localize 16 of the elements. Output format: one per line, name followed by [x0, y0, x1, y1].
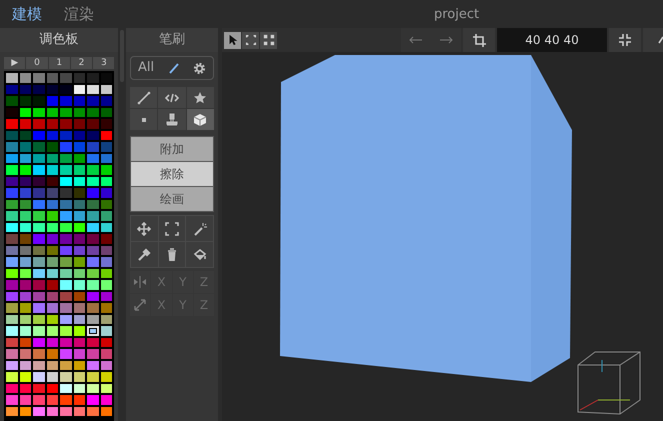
mode-button[interactable]: 绘画 — [131, 187, 214, 211]
panel-title: 调色板 — [0, 28, 118, 52]
tab[interactable]: 渲染 — [64, 2, 94, 26]
panel-title: 笔刷 — [126, 28, 218, 52]
palette-page-button[interactable]: 3 — [93, 57, 114, 69]
mode-button[interactable]: 擦除 — [131, 162, 214, 186]
size-field[interactable]: 40 40 40 — [497, 28, 608, 52]
tab[interactable]: 建模 — [12, 2, 42, 26]
palette-page-button[interactable]: 0 — [26, 57, 48, 69]
mode-button[interactable]: 附加 — [131, 137, 214, 161]
brush-filter[interactable]: All — [130, 56, 214, 80]
palette-page-button[interactable]: 2 — [70, 57, 92, 69]
window-title: project — [434, 6, 480, 24]
palette-page-button[interactable]: 1 — [48, 57, 70, 69]
filter-label: All — [138, 59, 154, 78]
palette-page-button[interactable]: ▶ — [4, 57, 26, 69]
